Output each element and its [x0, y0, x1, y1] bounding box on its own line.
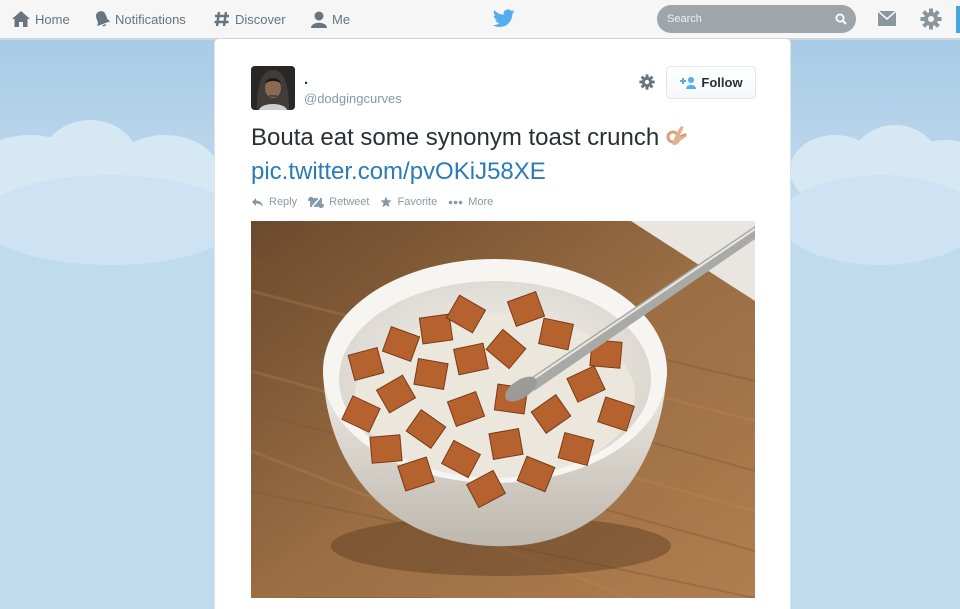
- tweet-actions: Reply Retweet Favorite More: [251, 196, 504, 208]
- retweet-label: Retweet: [329, 196, 370, 208]
- tweet-media-link[interactable]: pic.twitter.com/pvOKiJ58XE: [251, 158, 546, 185]
- add-user-icon: [680, 77, 697, 89]
- nav-home[interactable]: Home: [11, 0, 70, 38]
- bell-icon: [96, 11, 111, 27]
- reply-label: Reply: [269, 196, 298, 208]
- search-icon[interactable]: [835, 13, 847, 25]
- reply-action[interactable]: Reply: [251, 196, 297, 208]
- nav-notifications-label: Notifications: [115, 11, 186, 27]
- ok-hand-emoji-icon: [665, 124, 689, 156]
- reply-icon: [252, 197, 263, 207]
- search-input[interactable]: [667, 9, 827, 29]
- follow-label: Follow: [701, 75, 743, 90]
- envelope-icon[interactable]: [877, 10, 897, 27]
- more-label: More: [468, 196, 494, 208]
- tweet-card: . @dodgingcurves Follow Bouta eat some s…: [214, 38, 791, 609]
- home-icon: [12, 11, 30, 27]
- tweet-text: Bouta eat some synonym toast crunch pic.…: [251, 122, 761, 187]
- nav-me-label: Me: [332, 11, 351, 27]
- follow-button[interactable]: Follow: [666, 66, 756, 99]
- gear-icon[interactable]: [639, 74, 655, 90]
- favorite-label: Favorite: [397, 196, 438, 208]
- tweet-username[interactable]: @dodgingcurves: [304, 91, 402, 106]
- top-nav-bar: Home Notifications Discover Me: [0, 0, 960, 39]
- tweet-body: Bouta eat some synonym toast crunch: [251, 124, 660, 151]
- gear-icon[interactable]: [920, 8, 942, 30]
- bird-logo-icon[interactable]: [493, 9, 515, 28]
- compose-button-edge[interactable]: [956, 6, 960, 33]
- person-icon: [311, 11, 327, 28]
- more-action[interactable]: More: [448, 196, 493, 208]
- tweet-fullname[interactable]: .: [304, 71, 308, 88]
- nav-notifications[interactable]: Notifications: [93, 0, 186, 38]
- avatar[interactable]: [251, 66, 295, 110]
- retweet-action[interactable]: Retweet: [308, 196, 369, 208]
- search-box[interactable]: [657, 5, 856, 33]
- nav-discover-label: Discover: [235, 11, 286, 27]
- nav-me[interactable]: Me: [310, 0, 350, 38]
- star-icon: [380, 196, 393, 208]
- nav-home-label: Home: [35, 11, 70, 27]
- tweet-photo[interactable]: [251, 221, 755, 598]
- favorite-action[interactable]: Favorite: [380, 196, 437, 208]
- nav-discover[interactable]: Discover: [213, 0, 286, 38]
- ellipsis-icon: [448, 200, 463, 204]
- hash-icon: [214, 11, 229, 27]
- retweet-icon: [308, 196, 325, 208]
